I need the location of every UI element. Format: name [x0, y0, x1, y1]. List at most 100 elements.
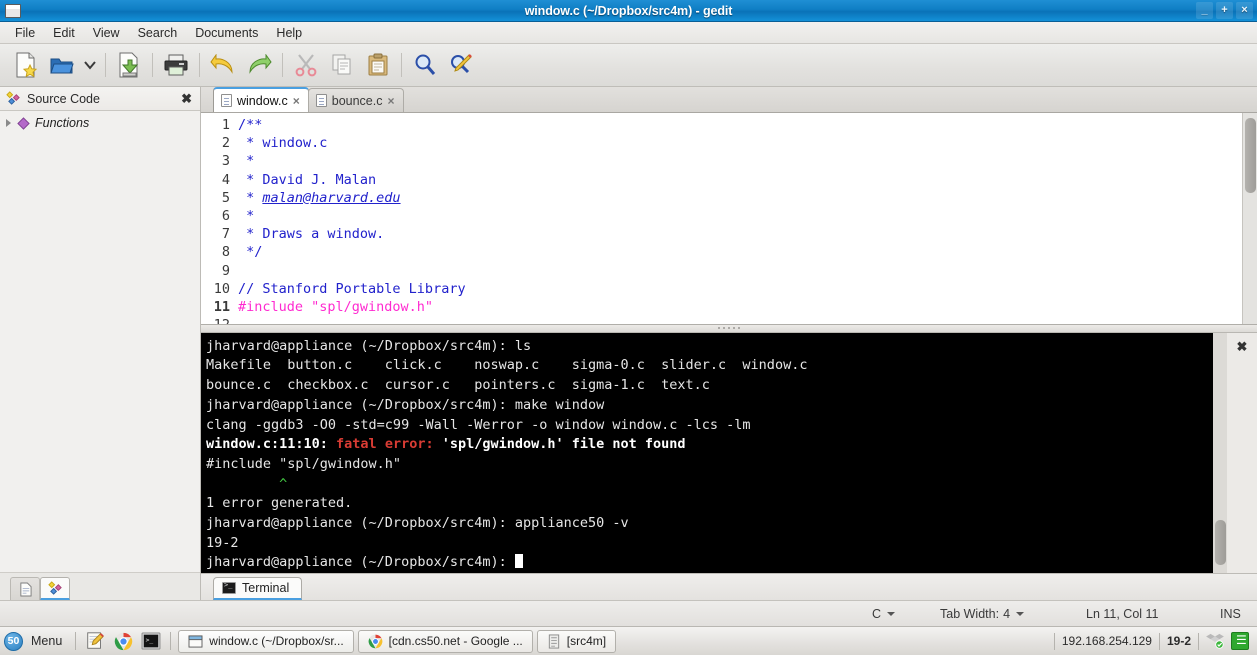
terminal-close-button[interactable]: ✖: [1227, 332, 1257, 574]
taskbar-window-label: window.c (~/Dropbox/sr...: [209, 634, 344, 648]
tab-close-icon[interactable]: ×: [293, 94, 300, 108]
scrollbar-thumb[interactable]: [1245, 118, 1256, 193]
tray-divider: [1158, 632, 1160, 650]
source-code-icon: [6, 91, 20, 105]
notepad-pencil-icon: [87, 632, 105, 649]
tree-item-functions[interactable]: Functions: [0, 114, 200, 132]
code-text[interactable]: /** * window.c * * David J. Malan * mala…: [234, 113, 1257, 324]
magnifier-pencil-icon: [451, 54, 472, 74]
terminal-line: jharvard@appliance (~/Dropbox/src4m): ls: [206, 337, 532, 354]
tab-width-selector[interactable]: Tab Width: 4: [940, 607, 1025, 621]
line-number: 11: [213, 299, 230, 316]
save-button[interactable]: [111, 47, 147, 83]
taskbar-divider: [170, 632, 172, 650]
svg-text:>_: >_: [146, 637, 154, 644]
splitter-grip: [718, 327, 740, 330]
side-panel-close-button[interactable]: ✖: [179, 91, 194, 107]
code-line: * Draws a window.: [238, 226, 385, 243]
replace-button[interactable]: [443, 47, 479, 83]
title-bar: window.c (~/Dropbox/src4m) - gedit _ + ×: [0, 0, 1257, 22]
maximize-button[interactable]: +: [1216, 2, 1233, 19]
chrome-launcher[interactable]: [111, 630, 135, 652]
line-number-gutter: 123456789101112: [201, 113, 234, 324]
documents-tab[interactable]: [10, 577, 40, 600]
taskbar-window-gedit[interactable]: window.c (~/Dropbox/sr...: [178, 629, 354, 653]
print-button[interactable]: [158, 47, 194, 83]
menu-search[interactable]: Search: [129, 23, 187, 43]
side-panel-body: Functions: [0, 111, 200, 572]
terminal-line: window.c:11:10: fatal error: 'spl/gwindo…: [206, 436, 686, 453]
chrome-icon: [114, 632, 132, 650]
cut-button[interactable]: [288, 47, 324, 83]
chevron-down-icon[interactable]: [1016, 611, 1025, 616]
editor-vertical-scrollbar[interactable]: [1242, 113, 1257, 324]
tab-bounce-c[interactable]: bounce.c ×: [307, 88, 404, 112]
source-code-tab[interactable]: [40, 577, 70, 600]
find-button[interactable]: [407, 47, 443, 83]
editor-region: window.c × bounce.c × 123456789101112 /*…: [201, 87, 1257, 600]
terminal-line: jharvard@appliance (~/Dropbox/src4m): ma…: [206, 396, 605, 413]
code-line: * window.c: [238, 135, 328, 152]
printer-icon: [164, 54, 188, 76]
tab-close-icon[interactable]: ×: [387, 94, 394, 108]
cursor-position: Ln 11, Col 11: [1086, 606, 1159, 621]
cs50-logo-icon[interactable]: 50: [4, 631, 23, 651]
scissors-icon: [295, 54, 317, 77]
undo-button[interactable]: [205, 47, 241, 83]
language-selector[interactable]: C: [872, 607, 896, 621]
menu-help[interactable]: Help: [267, 23, 311, 43]
exit-icon[interactable]: [1231, 632, 1249, 650]
taskbar-window-label: [cdn.cs50.net - Google ...: [388, 634, 523, 648]
code-line: * David J. Malan: [238, 171, 377, 188]
tab-window-c[interactable]: window.c ×: [213, 87, 309, 112]
status-bar: C Tab Width: 4 Ln 11, Col 11 INS: [0, 600, 1257, 626]
taskbar-window-filemanager[interactable]: [src4m]: [536, 629, 617, 653]
paste-button[interactable]: [360, 47, 396, 83]
menu-documents[interactable]: Documents: [186, 23, 267, 43]
terminal-output[interactable]: jharvard@appliance (~/Dropbox/src4m): ls…: [201, 332, 1212, 574]
chevron-down-icon: [84, 61, 96, 70]
open-recent-dropdown[interactable]: [80, 47, 100, 83]
toolbar-separator: [199, 53, 200, 77]
code-editor[interactable]: 123456789101112 /** * window.c * * David…: [201, 113, 1257, 325]
taskbar: 50 Menu >_ window.c (~/Dropbox/sr... [cd…: [0, 626, 1257, 655]
copy-button[interactable]: [324, 47, 360, 83]
triangle-right-icon[interactable]: [6, 119, 11, 127]
code-line: #include "spl/gwindow.h": [238, 299, 434, 316]
start-menu-button[interactable]: Menu: [27, 634, 68, 648]
terminal-line: bounce.c checkbox.c cursor.c pointers.c …: [206, 377, 710, 394]
panel-splitter[interactable]: [201, 324, 1257, 333]
line-number: 9: [221, 262, 230, 279]
close-button[interactable]: ×: [1236, 2, 1253, 19]
menu-view[interactable]: View: [84, 23, 129, 43]
dropbox-icon[interactable]: [1206, 633, 1224, 649]
terminal-tab-bar: Terminal: [201, 573, 1257, 600]
redo-button[interactable]: [241, 47, 277, 83]
tab-label: window.c: [237, 93, 288, 108]
toolbar-separator: [282, 53, 283, 77]
ip-address-indicator: 192.168.254.129: [1061, 634, 1152, 648]
toolbar-separator: [401, 53, 402, 77]
gedit-launcher[interactable]: [83, 630, 107, 652]
scrollbar-thumb[interactable]: [1215, 520, 1226, 566]
taskbar-window-chrome[interactable]: [cdn.cs50.net - Google ...: [357, 629, 533, 653]
code-line: * malan@harvard.edu: [238, 189, 401, 206]
new-document-button[interactable]: [8, 47, 44, 83]
redo-arrow-icon: [249, 54, 272, 74]
tab-terminal[interactable]: Terminal: [213, 576, 303, 600]
minimize-button[interactable]: _: [1196, 2, 1213, 19]
tree-item-label: Functions: [35, 116, 90, 130]
document-icon: [315, 94, 327, 107]
terminal-launcher[interactable]: >_: [139, 630, 163, 652]
gedit-window-icon: [188, 634, 203, 648]
open-document-button[interactable]: [44, 47, 80, 83]
menu-edit[interactable]: Edit: [44, 23, 84, 43]
undo-arrow-icon: [210, 54, 233, 74]
new-document-icon: [16, 52, 38, 78]
menu-file[interactable]: File: [6, 23, 44, 43]
chevron-down-icon[interactable]: [887, 611, 896, 616]
chrome-icon: [368, 634, 383, 648]
terminal-scrollbar[interactable]: [1212, 332, 1227, 574]
editor-tab-bar: window.c × bounce.c ×: [201, 87, 1257, 113]
